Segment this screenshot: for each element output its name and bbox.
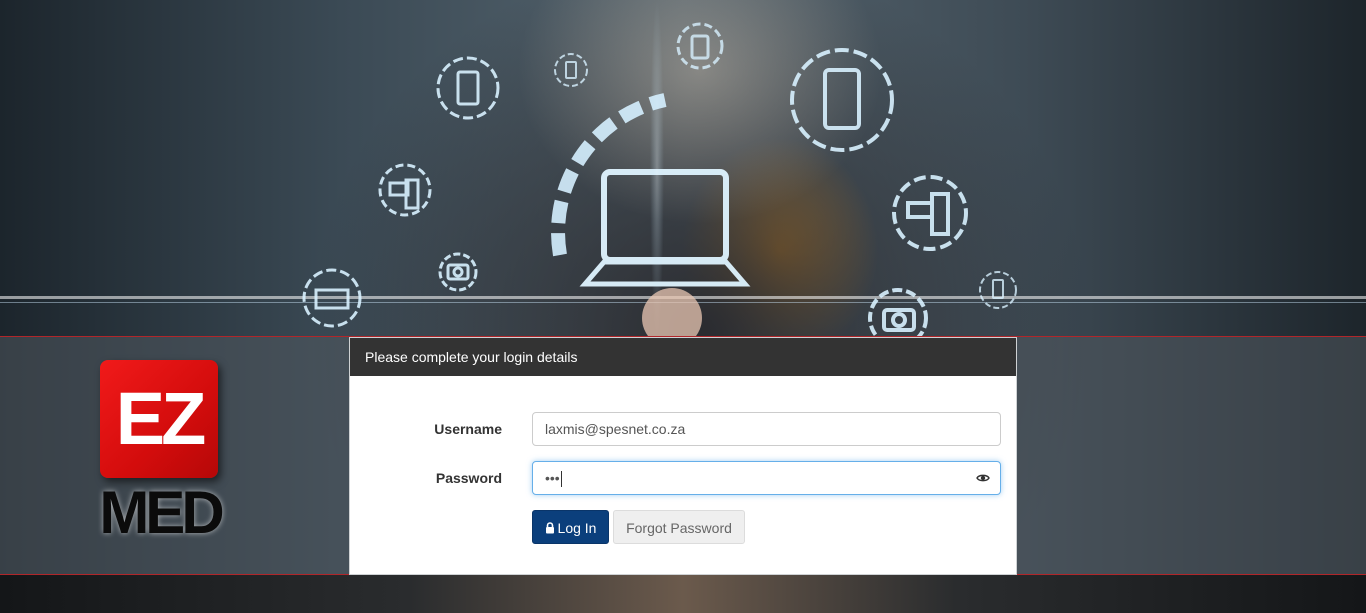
bottom-background-strip [0, 575, 1366, 613]
username-row: Username laxmis@spesnet.co.za [350, 412, 1016, 446]
login-button-label: Log In [557, 520, 597, 536]
password-label: Password [435, 470, 502, 486]
eye-icon[interactable] [976, 471, 990, 485]
panel-header: Please complete your login details [350, 338, 1016, 376]
hero-illustration [0, 0, 1366, 336]
laptop-ring [551, 93, 667, 257]
camcorder-icon [378, 163, 432, 217]
password-input[interactable]: ••• [532, 461, 1001, 495]
forgot-password-label: Forgot Password [626, 520, 732, 536]
small-phone-icon [554, 53, 588, 87]
login-button[interactable]: Log In [532, 510, 609, 544]
forgot-password-button[interactable]: Forgot Password [613, 510, 745, 544]
hero-background [0, 0, 1366, 336]
password-value: ••• [545, 470, 560, 486]
password-row: Password ••• [350, 461, 1016, 495]
laptop-icon [579, 169, 751, 287]
text-caret [560, 471, 562, 488]
camera-icon [438, 252, 478, 292]
phone-icon [436, 56, 500, 120]
lock-icon [545, 522, 554, 534]
mobile-icon [790, 48, 894, 152]
logo-ez-block: EZ [100, 360, 218, 478]
video-camera-icon [892, 175, 968, 251]
username-label: Username [434, 421, 502, 437]
username-input[interactable]: laxmis@spesnet.co.za [532, 412, 1001, 446]
username-value: laxmis@spesnet.co.za [545, 421, 686, 437]
ezmed-logo: EZ MED [98, 358, 225, 548]
logo-med-text: MED [99, 479, 224, 546]
login-panel: Please complete your login details Usern… [349, 337, 1017, 575]
music-player-icon [676, 22, 724, 70]
